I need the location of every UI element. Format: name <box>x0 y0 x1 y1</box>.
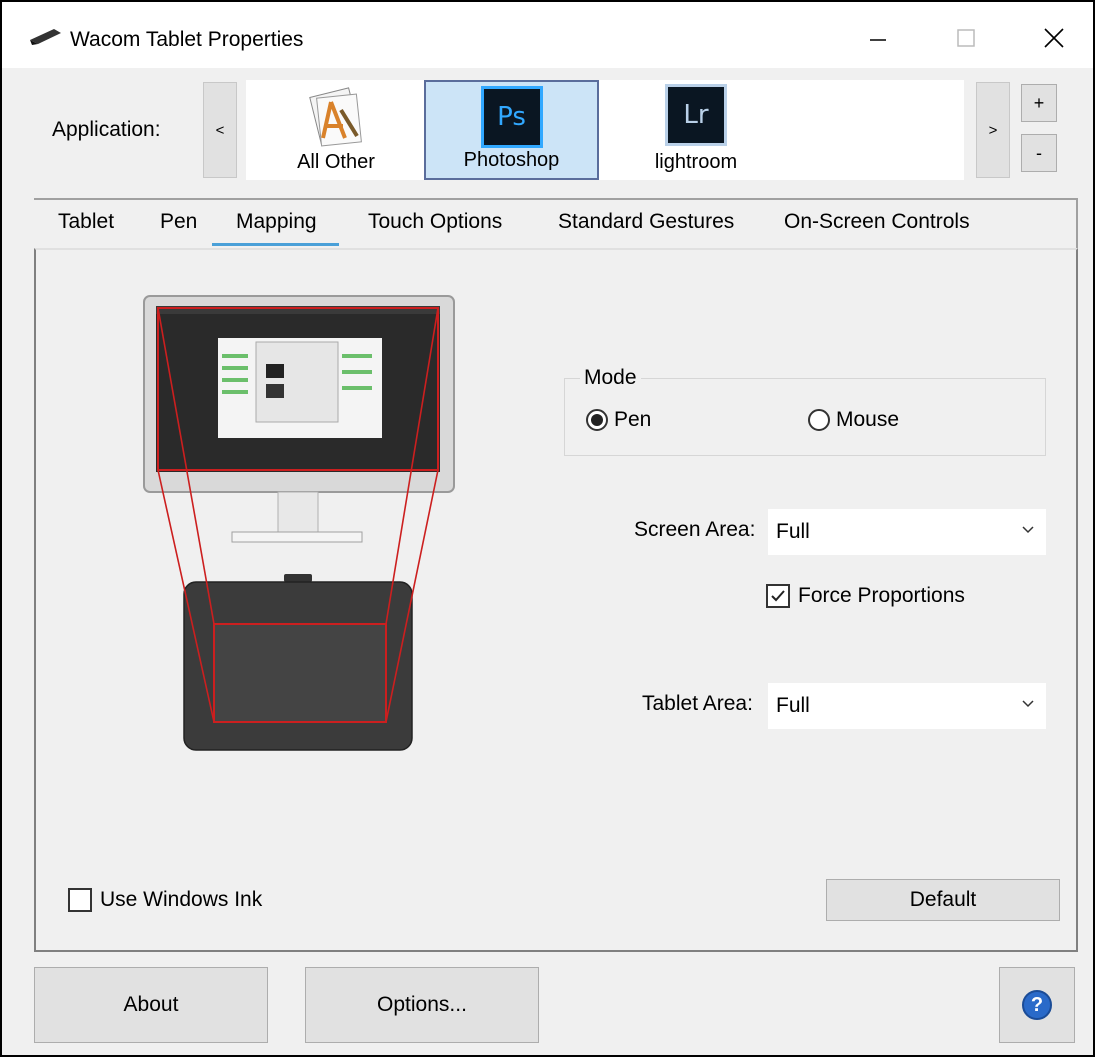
chevron-down-icon <box>1022 526 1034 534</box>
app-item-label: lightroom <box>654 151 738 173</box>
app-scroll-left-button[interactable]: < <box>203 82 237 178</box>
help-button[interactable]: ? <box>999 967 1075 1043</box>
minimize-icon <box>870 39 886 41</box>
tablet-area-label: Tablet Area: <box>642 692 753 715</box>
radio-circle <box>808 409 830 431</box>
mode-legend: Mode <box>580 366 641 390</box>
screen-area-dropdown[interactable]: Full <box>768 509 1046 555</box>
use-windows-ink-checkbox[interactable]: Use Windows Ink <box>68 888 262 912</box>
app-scroll-right-button[interactable]: > <box>976 82 1010 178</box>
window-title: Wacom Tablet Properties <box>70 28 304 51</box>
all-other-icon <box>309 87 362 147</box>
radio-circle <box>586 409 608 431</box>
pen-icon <box>30 29 61 45</box>
tab-pen[interactable]: Pen <box>160 210 197 234</box>
maximize-button[interactable] <box>942 16 990 60</box>
tablet-icon <box>183 574 413 751</box>
checkmark-icon <box>771 590 785 602</box>
tab-standard-gestures[interactable]: Standard Gestures <box>558 210 734 234</box>
app-item-lightroom[interactable]: Lr lightroom <box>626 80 766 180</box>
minimize-button[interactable] <box>854 16 902 60</box>
checkbox-box <box>766 584 790 608</box>
chevron-down-icon <box>1022 700 1034 708</box>
tab-tablet[interactable]: Tablet <box>58 210 114 234</box>
monitor-icon <box>143 295 455 543</box>
remove-application-button[interactable]: - <box>1021 134 1057 172</box>
tab-strip: Tablet Pen Mapping Touch Options Standar… <box>34 198 1078 250</box>
wacom-properties-window: Wacom Tablet Properties Application: < A… <box>0 0 1095 1057</box>
screen-area-label: Screen Area: <box>634 518 756 541</box>
about-button[interactable]: About <box>34 967 268 1043</box>
radio-dot <box>591 414 603 426</box>
force-proportions-checkbox[interactable]: Force Proportions <box>766 584 965 608</box>
mapping-illustration <box>143 295 455 751</box>
maximize-icon <box>957 29 975 47</box>
app-item-photoshop[interactable]: Ps Photoshop <box>424 80 599 180</box>
tablet-area-value: Full <box>776 694 810 717</box>
tablet-area-dropdown[interactable]: Full <box>768 683 1046 729</box>
mode-pen-radio[interactable]: Pen <box>586 408 651 432</box>
lightroom-icon: Lr <box>665 84 727 146</box>
help-icon: ? <box>1022 990 1052 1020</box>
application-list: All Other Ps Photoshop Lr lightroom <box>246 80 964 180</box>
tab-mapping[interactable]: Mapping <box>212 210 339 246</box>
tab-on-screen-controls[interactable]: On-Screen Controls <box>784 210 970 234</box>
tab-touch-options[interactable]: Touch Options <box>368 210 502 234</box>
title-bar: Wacom Tablet Properties <box>2 2 1093 68</box>
force-proportions-label: Force Proportions <box>798 584 965 607</box>
app-item-all-other[interactable]: All Other <box>276 80 396 180</box>
screen-area-value: Full <box>776 520 810 543</box>
application-label: Application: <box>52 118 161 141</box>
close-icon <box>1044 28 1064 48</box>
photoshop-icon: Ps <box>480 86 543 148</box>
add-application-button[interactable]: + <box>1021 84 1057 122</box>
checkbox-box <box>68 888 92 912</box>
tab-strip-right-edge <box>1012 198 1078 250</box>
options-button[interactable]: Options... <box>305 967 539 1043</box>
app-item-label: All Other <box>297 151 375 173</box>
close-button[interactable] <box>1030 16 1078 60</box>
mode-pen-label: Pen <box>614 408 652 431</box>
app-item-label: Photoshop <box>463 149 560 171</box>
mode-mouse-radio[interactable]: Mouse <box>808 408 899 432</box>
use-windows-ink-label: Use Windows Ink <box>100 888 263 911</box>
mode-mouse-label: Mouse <box>836 408 900 431</box>
default-button[interactable]: Default <box>826 879 1060 921</box>
